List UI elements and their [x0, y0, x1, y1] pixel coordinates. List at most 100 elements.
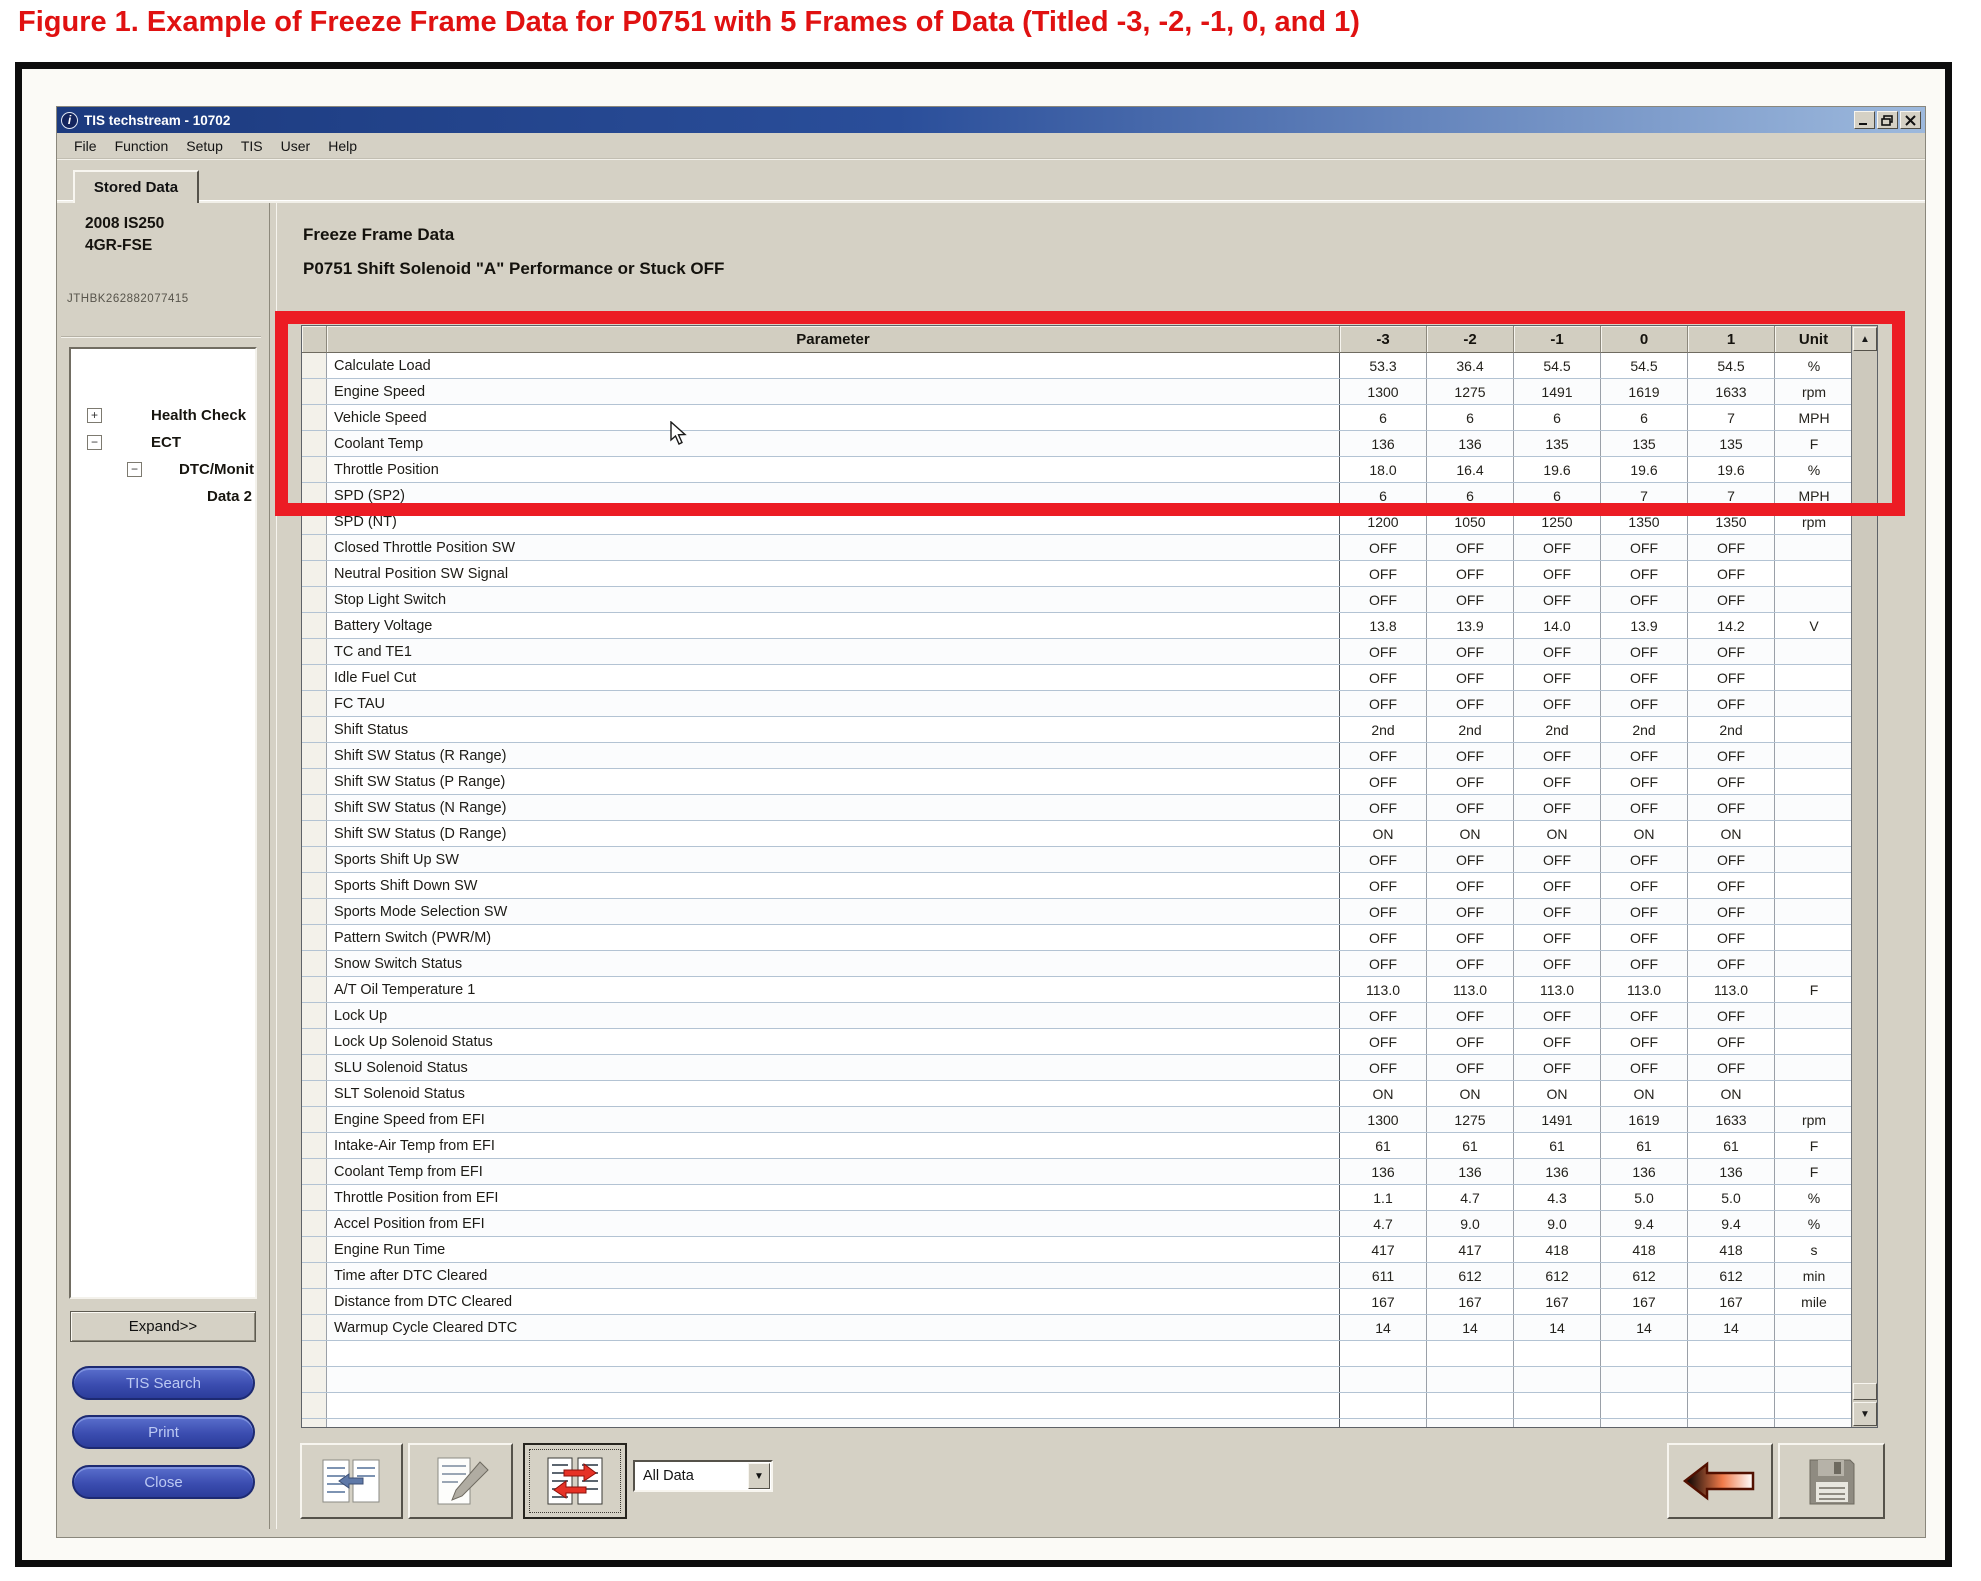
table-row[interactable]: Snow Switch StatusOFFOFFOFFOFFOFF [302, 951, 1877, 977]
table-row[interactable]: Shift SW Status (P Range)OFFOFFOFFOFFOFF [302, 769, 1877, 795]
column-header-1[interactable]: 1 [1688, 326, 1775, 353]
table-row[interactable]: Vehicle Speed66667MPH [302, 405, 1877, 431]
scroll-down-button[interactable]: ▼ [1853, 1402, 1877, 1426]
edit-page-button[interactable] [408, 1443, 513, 1519]
table-row[interactable]: Distance from DTC Cleared167167167167167… [302, 1289, 1877, 1315]
tab-stored-data[interactable]: Stored Data [73, 170, 199, 203]
value-cell: 2nd [1601, 717, 1688, 742]
table-row[interactable]: Intake-Air Temp from EFI6161616161F [302, 1133, 1877, 1159]
unit-cell [1775, 951, 1853, 976]
unit-cell [1775, 743, 1853, 768]
table-row[interactable] [302, 1419, 1877, 1428]
table-row[interactable]: Sports Mode Selection SWOFFOFFOFFOFFOFF [302, 899, 1877, 925]
table-row[interactable]: Lock UpOFFOFFOFFOFFOFF [302, 1003, 1877, 1029]
unit-cell [1775, 717, 1853, 742]
row-selector-cell [302, 431, 327, 456]
table-row[interactable]: Calculate Load53.336.454.554.554.5% [302, 353, 1877, 379]
table-row[interactable]: Accel Position from EFI4.79.09.09.49.4% [302, 1211, 1877, 1237]
menu-user[interactable]: User [272, 136, 320, 156]
back-button[interactable] [1667, 1443, 1773, 1519]
value-cell: OFF [1601, 873, 1688, 898]
table-row[interactable]: A/T Oil Temperature 1113.0113.0113.0113.… [302, 977, 1877, 1003]
collapse-toggle-ect[interactable]: − [87, 435, 102, 450]
table-row[interactable]: Coolant Temp from EFI136136136136136F [302, 1159, 1877, 1185]
value-cell: 167 [1688, 1289, 1775, 1314]
expand-toggle-health-check[interactable]: + [87, 408, 102, 423]
column-header-unit[interactable]: Unit [1775, 326, 1853, 353]
value-cell: OFF [1427, 847, 1514, 872]
column-header-parameter[interactable]: Parameter [327, 326, 1340, 353]
table-row[interactable]: Sports Shift Up SWOFFOFFOFFOFFOFF [302, 847, 1877, 873]
tree-item-dtc-monit[interactable]: DTC/Monit [179, 461, 254, 478]
table-row[interactable]: Sports Shift Down SWOFFOFFOFFOFFOFF [302, 873, 1877, 899]
value-cell: OFF [1514, 535, 1601, 560]
tis-search-button[interactable]: TIS Search [72, 1366, 255, 1400]
panel-divider[interactable] [269, 203, 277, 1529]
unit-cell [1775, 1341, 1853, 1366]
save-button[interactable] [1778, 1443, 1885, 1519]
value-cell: 7 [1688, 483, 1775, 508]
table-row[interactable]: Shift SW Status (D Range)ONONONONON [302, 821, 1877, 847]
table-row[interactable]: Engine Run Time417417418418418s [302, 1237, 1877, 1263]
data-exchange-button[interactable] [523, 1443, 627, 1519]
close-button[interactable] [1900, 111, 1921, 129]
value-cell: OFF [1514, 795, 1601, 820]
unit-cell: F [1775, 977, 1853, 1002]
close-button[interactable]: Close [72, 1465, 255, 1499]
table-row[interactable]: Shift Status2nd2nd2nd2nd2nd [302, 717, 1877, 743]
row-selector-cell [302, 587, 327, 612]
column-header-1[interactable]: -1 [1514, 326, 1601, 353]
table-row[interactable]: Neutral Position SW SignalOFFOFFOFFOFFOF… [302, 561, 1877, 587]
value-cell: 6 [1601, 405, 1688, 430]
dropdown-arrow-icon[interactable]: ▼ [748, 1463, 770, 1489]
column-header-2[interactable]: -2 [1427, 326, 1514, 353]
column-header-0[interactable]: 0 [1601, 326, 1688, 353]
table-row[interactable]: Engine Speed from EFI1300127514911619163… [302, 1107, 1877, 1133]
table-row[interactable]: Closed Throttle Position SWOFFOFFOFFOFFO… [302, 535, 1877, 561]
table-row[interactable]: Warmup Cycle Cleared DTC1414141414 [302, 1315, 1877, 1341]
table-row[interactable]: Engine Speed13001275149116191633rpm [302, 379, 1877, 405]
menu-setup[interactable]: Setup [177, 136, 232, 156]
table-row[interactable]: Time after DTC Cleared611612612612612min [302, 1263, 1877, 1289]
data-filter-dropdown[interactable]: All Data ▼ [633, 1460, 773, 1492]
table-row[interactable]: TC and TE1OFFOFFOFFOFFOFF [302, 639, 1877, 665]
menu-function[interactable]: Function [106, 136, 178, 156]
table-row[interactable]: Shift SW Status (R Range)OFFOFFOFFOFFOFF [302, 743, 1877, 769]
menu-tis[interactable]: TIS [232, 136, 272, 156]
collapse-toggle-dtc-monit[interactable]: − [127, 462, 142, 477]
table-row[interactable]: Coolant Temp136136135135135F [302, 431, 1877, 457]
tree-item-health-check[interactable]: Health Check [151, 407, 246, 424]
table-row[interactable]: SPD (NT)12001050125013501350rpm [302, 509, 1877, 535]
table-row[interactable]: Shift SW Status (N Range)OFFOFFOFFOFFOFF [302, 795, 1877, 821]
compare-pages-button[interactable] [300, 1443, 403, 1519]
table-row[interactable]: Throttle Position from EFI1.14.74.35.05.… [302, 1185, 1877, 1211]
table-row[interactable]: Stop Light SwitchOFFOFFOFFOFFOFF [302, 587, 1877, 613]
value-cell: OFF [1688, 665, 1775, 690]
vertical-scrollbar[interactable]: ▲ ▼ [1851, 326, 1877, 1427]
table-row[interactable] [302, 1367, 1877, 1393]
table-row[interactable] [302, 1341, 1877, 1367]
table-row[interactable]: FC TAUOFFOFFOFFOFFOFF [302, 691, 1877, 717]
table-row[interactable] [302, 1393, 1877, 1419]
table-row[interactable]: SLU Solenoid StatusOFFOFFOFFOFFOFF [302, 1055, 1877, 1081]
tree-item-data-2[interactable]: Data 2 [207, 488, 252, 505]
table-row[interactable]: SPD (SP2)66677MPH [302, 483, 1877, 509]
unit-cell: % [1775, 353, 1853, 378]
table-row[interactable]: Battery Voltage13.813.914.013.914.2V [302, 613, 1877, 639]
value-cell: 54.5 [1601, 353, 1688, 378]
minimize-button[interactable] [1854, 111, 1875, 129]
scroll-up-button[interactable]: ▲ [1853, 327, 1877, 351]
expand-button[interactable]: Expand>> [70, 1311, 256, 1342]
table-row[interactable]: SLT Solenoid StatusONONONONON [302, 1081, 1877, 1107]
table-row[interactable]: Throttle Position18.016.419.619.619.6% [302, 457, 1877, 483]
menu-file[interactable]: File [65, 136, 106, 156]
restore-button[interactable] [1877, 111, 1898, 129]
column-header-3[interactable]: -3 [1340, 326, 1427, 353]
table-row[interactable]: Lock Up Solenoid StatusOFFOFFOFFOFFOFF [302, 1029, 1877, 1055]
tree-item-ect[interactable]: ECT [151, 434, 181, 451]
table-row[interactable]: Idle Fuel CutOFFOFFOFFOFFOFF [302, 665, 1877, 691]
table-row[interactable]: Pattern Switch (PWR/M)OFFOFFOFFOFFOFF [302, 925, 1877, 951]
scrollbar-thumb[interactable] [1853, 1383, 1877, 1400]
menu-help[interactable]: Help [319, 136, 366, 156]
print-button[interactable]: Print [72, 1415, 255, 1449]
